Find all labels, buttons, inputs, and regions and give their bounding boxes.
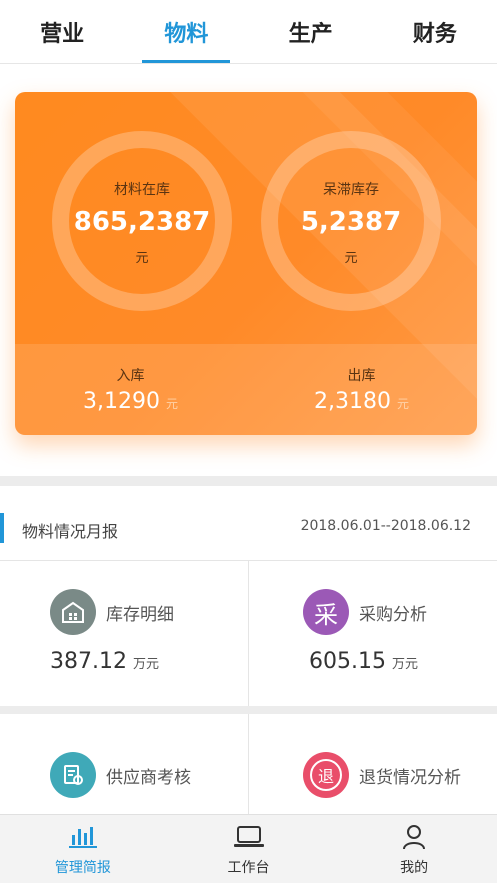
flow-stats: 入库 3,1290 元 出库 2,3180 元 xyxy=(15,344,477,435)
nav-management-brief[interactable]: 管理简报 xyxy=(0,815,166,883)
laptop-icon xyxy=(232,821,266,853)
report-date-range[interactable]: 2018.06.01--2018.06.12 xyxy=(301,518,471,534)
supplier-icon xyxy=(50,752,96,798)
tile-unit: 万元 xyxy=(391,657,418,672)
inbound-stat: 入库 3,1290 元 xyxy=(15,344,246,435)
idle-stock-value: 5,2387 xyxy=(300,206,402,237)
idle-stock-ring: 呆滞库存 5,2387 元 xyxy=(261,131,441,311)
material-stock-ring: 材料在库 865,2387 元 xyxy=(52,131,232,311)
monthly-report-header: 物料情况月报 2018.06.01--2018.06.12 xyxy=(0,500,497,546)
inbound-label: 入库 xyxy=(116,368,145,384)
tile-value: 605.15 xyxy=(309,649,386,674)
report-title: 物料情况月报 xyxy=(22,522,119,541)
section-separator xyxy=(0,706,497,714)
idle-stock-label: 呆滞库存 xyxy=(323,181,379,198)
tile-divider xyxy=(248,561,249,706)
tile-name: 供应商考核 xyxy=(106,767,191,788)
outbound-unit: 元 xyxy=(396,397,409,411)
bottom-nav: 管理简报 工作台 我的 xyxy=(0,814,497,883)
nav-label: 管理简报 xyxy=(54,860,111,876)
outbound-value: 2,3180 xyxy=(314,389,391,414)
tile-name: 退货情况分析 xyxy=(359,767,461,788)
user-icon xyxy=(397,821,431,853)
outbound-label: 出库 xyxy=(347,368,376,384)
tile-divider xyxy=(248,714,249,814)
tile-value: 387.12 xyxy=(50,649,127,674)
material-stock-value: 865,2387 xyxy=(73,206,211,237)
outbound-stat: 出库 2,3180 元 xyxy=(246,344,477,435)
tab-production[interactable]: 生产 xyxy=(249,0,373,63)
tab-materials[interactable]: 物料 xyxy=(124,0,248,63)
tile-unit: 万元 xyxy=(132,657,159,672)
idle-stock-unit: 元 xyxy=(344,250,358,266)
tile-return-analysis[interactable]: 退 退货情况分析 xyxy=(249,714,497,814)
nav-label: 工作台 xyxy=(227,860,270,876)
nav-mine[interactable]: 我的 xyxy=(331,815,497,883)
tile-supplier-evaluation[interactable]: 供应商考核 xyxy=(0,714,248,814)
top-tab-bar: 营业 物料 生产 财务 xyxy=(0,0,497,64)
material-stock-label: 材料在库 xyxy=(114,181,170,198)
tab-finance[interactable]: 财务 xyxy=(373,0,497,63)
return-icon-glyph: 退 xyxy=(310,759,342,791)
tab-business[interactable]: 营业 xyxy=(0,0,124,63)
inbound-unit: 元 xyxy=(165,397,178,411)
report-accent-bar xyxy=(0,513,4,543)
nav-label: 我的 xyxy=(400,860,429,876)
nav-workbench[interactable]: 工作台 xyxy=(166,815,332,883)
summary-card: 材料在库 865,2387 元 呆滞库存 5,2387 元 入库 3,1290 … xyxy=(15,92,477,435)
summary-section: 材料在库 865,2387 元 呆滞库存 5,2387 元 入库 3,1290 … xyxy=(0,65,497,476)
material-stock-unit: 元 xyxy=(135,250,149,266)
tile-inventory-detail[interactable]: 库存明细 387.12 万元 xyxy=(0,561,248,706)
purchase-icon: 采 xyxy=(303,589,349,635)
tile-name: 采购分析 xyxy=(359,604,427,625)
inbound-value: 3,1290 xyxy=(83,389,160,414)
return-icon: 退 xyxy=(303,752,349,798)
bar-chart-icon xyxy=(66,821,100,853)
tile-purchase-analysis[interactable]: 采 采购分析 605.15 万元 xyxy=(249,561,497,706)
tile-name: 库存明细 xyxy=(106,604,174,625)
section-separator xyxy=(0,476,497,486)
warehouse-icon xyxy=(50,589,96,635)
